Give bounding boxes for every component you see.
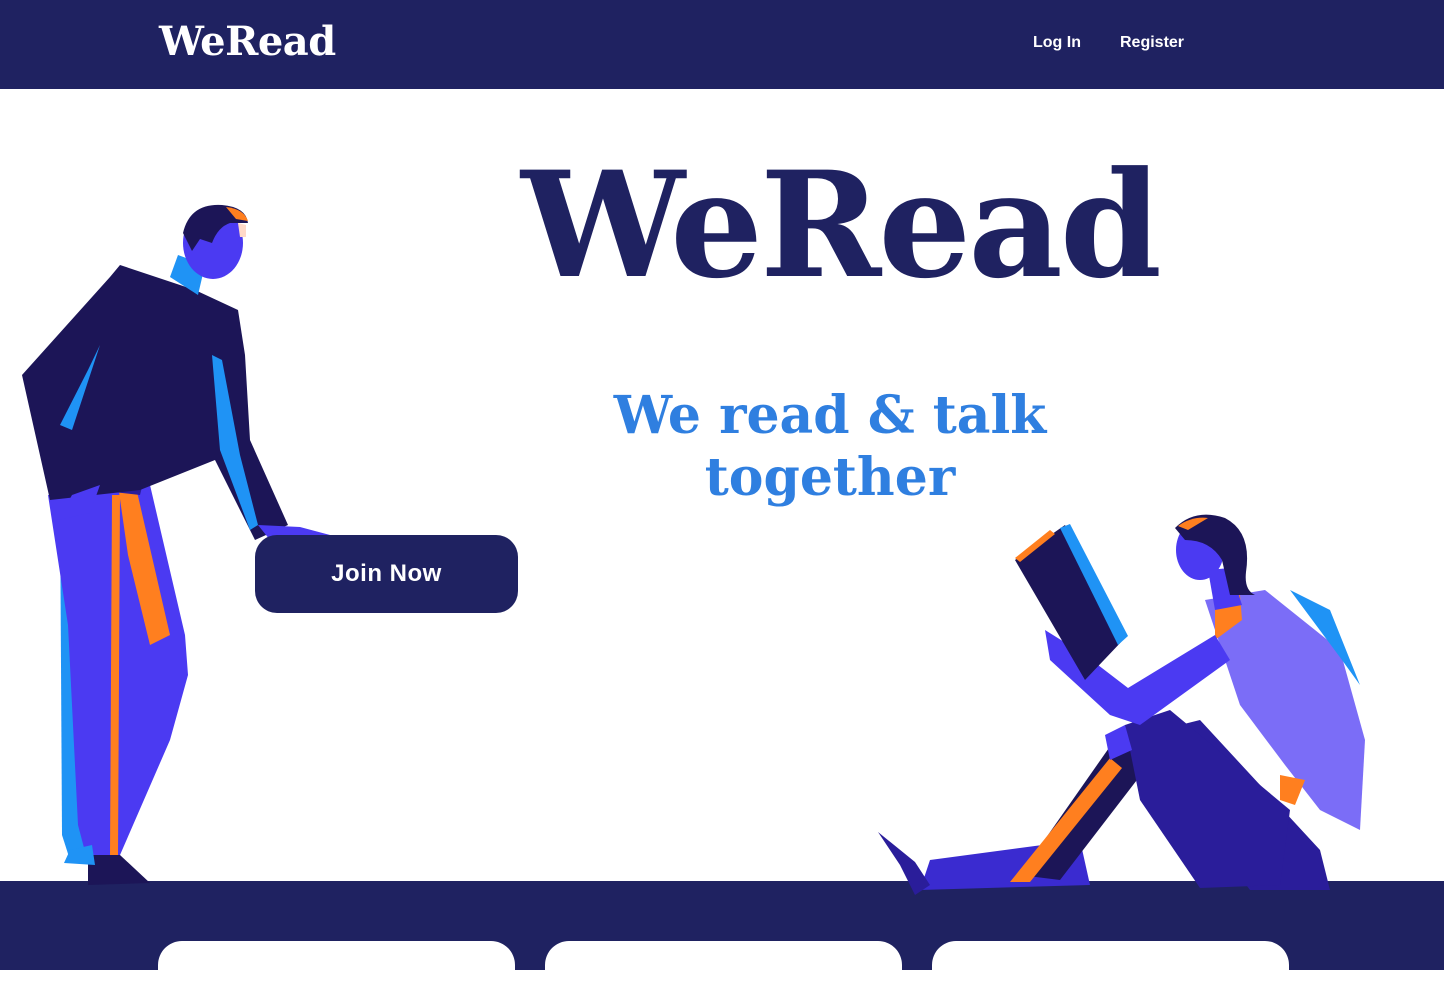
- feature-card[interactable]: [932, 941, 1289, 1001]
- feature-card[interactable]: [158, 941, 515, 1001]
- woman-reading-illustration: [878, 514, 1365, 895]
- top-navbar: WeRead Log In Register: [0, 0, 1444, 89]
- join-now-button[interactable]: Join Now: [255, 535, 518, 613]
- brand-logo[interactable]: WeRead: [159, 16, 336, 68]
- hero-tagline: We read & talk together: [613, 385, 1047, 508]
- feature-card[interactable]: [545, 941, 902, 1001]
- hero-title: WeRead: [521, 140, 1162, 311]
- login-link[interactable]: Log In: [1033, 33, 1081, 53]
- register-link[interactable]: Register: [1120, 33, 1184, 53]
